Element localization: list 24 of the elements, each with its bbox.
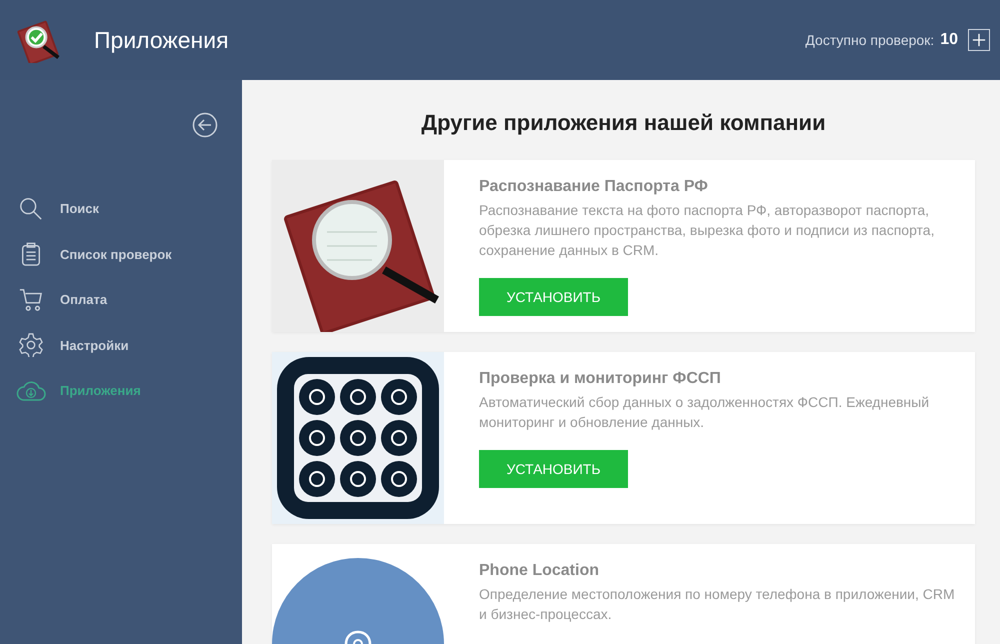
sidebar-item[interactable]: Приложения: [0, 368, 242, 414]
checks-available-label: Доступно проверок:: [805, 32, 934, 48]
app-description: Распознавание текста на фото паспорта РФ, авторазворот паспорта, обрезка лишнего пространства, вырезка фото и подписи из паспорта, сохранение данных в CRM.: [479, 201, 936, 260]
cart-icon: [19, 288, 43, 312]
checks-count: 10: [940, 31, 958, 49]
page-heading: Другие приложения нашей компании: [420, 110, 827, 136]
sidebar-item[interactable]: Оплата: [0, 277, 242, 322]
search-icon: [19, 196, 43, 221]
add-checks-button[interactable]: [968, 29, 990, 51]
app-description: Автоматический сбор данных о задолженностях ФССП. Ежедневный мониторинг и обновление данных.: [479, 393, 930, 432]
settings-icon: [19, 333, 43, 358]
sidebar-item[interactable]: Список проверок: [0, 232, 242, 277]
cloud-download-icon: [16, 380, 46, 402]
app-title: Распознавание Паспорта РФ: [479, 178, 709, 196]
sidebar-item[interactable]: Поиск: [0, 186, 242, 232]
app-title: Приложения: [94, 26, 229, 54]
clipboard-icon: [19, 242, 43, 266]
app-title: Phone Location: [479, 562, 600, 580]
app-title: Проверка и мониторинг ФССП: [479, 370, 722, 388]
install-button[interactable]: УСТАНОВИТЬ: [479, 450, 628, 488]
app-description: Определение местоположения по номеру телефона в приложении, CRM и бизнес-процессах.: [479, 585, 955, 624]
plus-icon: [972, 33, 986, 47]
sidebar-item[interactable]: Настройки: [0, 322, 242, 368]
install-button[interactable]: УСТАНОВИТЬ: [479, 278, 628, 316]
